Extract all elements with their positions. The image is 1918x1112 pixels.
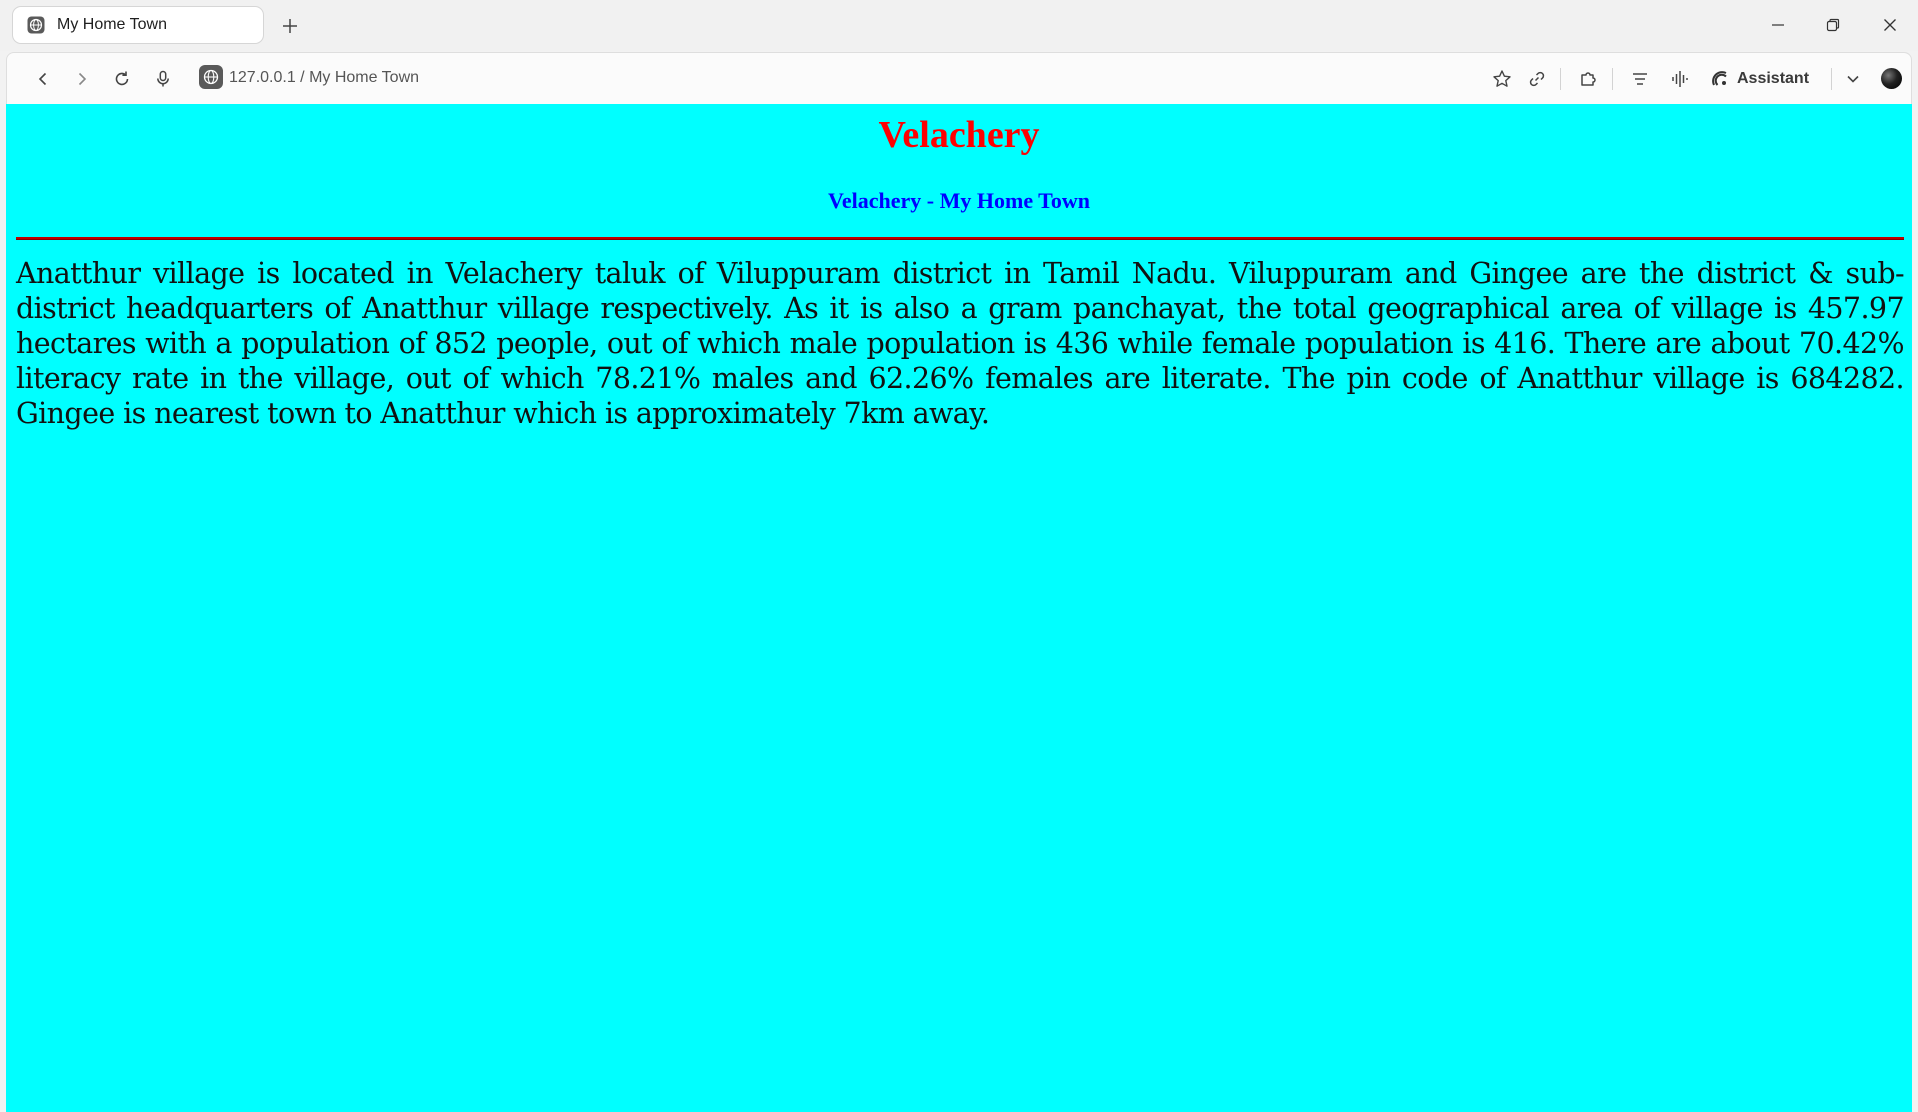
address-bar[interactable]: 127.0.0.1 / My Home Town [229,69,419,87]
menu-dropdown-button[interactable] [1840,66,1866,92]
minimize-icon [1772,24,1784,26]
close-icon [1884,19,1896,31]
forward-icon [78,72,87,86]
reader-button[interactable] [1627,66,1653,92]
reader-icon [1633,73,1647,85]
page-title: Velachery [878,114,1040,156]
chevron-down-icon [1847,75,1859,83]
close-button[interactable] [1870,10,1910,40]
assistant-button[interactable]: Assistant [1711,66,1809,92]
toolbar-divider [1612,68,1613,90]
browser-toolbar: 127.0.0.1 / My Home Town Assistant [6,52,1912,104]
toolbar-divider [1831,68,1832,90]
audio-button[interactable] [1667,66,1693,92]
back-icon [38,72,47,86]
assistant-icon [1712,71,1727,86]
browser-window: My Home Town 127.0.0.1 / My Home Town As… [0,0,1918,1112]
toolbar-divider [1560,68,1561,90]
globe-icon [26,16,45,35]
copy-link-button[interactable] [1524,66,1550,92]
horizontal-rule [16,237,1904,240]
extensions-button[interactable] [1575,66,1601,92]
page-viewport: Velachery Velachery - My Home Town Anatt… [6,104,1912,1112]
tab-title: My Home Town [57,16,167,33]
reload-button[interactable] [109,66,135,92]
link-icon [1529,71,1545,87]
article-paragraph: Anatthur village is located in Velachery… [16,257,1905,430]
reload-icon [115,71,129,86]
back-button[interactable] [30,66,56,92]
bookmark-button[interactable] [1489,66,1515,92]
assistant-label: Assistant [1737,70,1810,87]
tab-my-home-town[interactable]: My Home Town [12,6,264,44]
minimize-button[interactable] [1758,10,1798,40]
microphone-icon [157,70,169,87]
page-subtitle: Velachery - My Home Town [828,188,1090,213]
restore-icon [1826,18,1840,32]
site-info-button[interactable] [199,65,223,89]
extensions-icon [1581,72,1596,86]
restore-button[interactable] [1813,10,1853,40]
star-icon [1493,70,1511,87]
new-tab-button[interactable] [276,13,304,39]
profile-icon[interactable] [1881,68,1902,89]
forward-button[interactable] [69,66,95,92]
plus-icon [283,19,297,33]
tab-strip: My Home Town [0,0,1918,51]
globe-icon [203,69,219,85]
audio-icon [1672,71,1688,87]
microphone-button[interactable] [150,66,176,92]
